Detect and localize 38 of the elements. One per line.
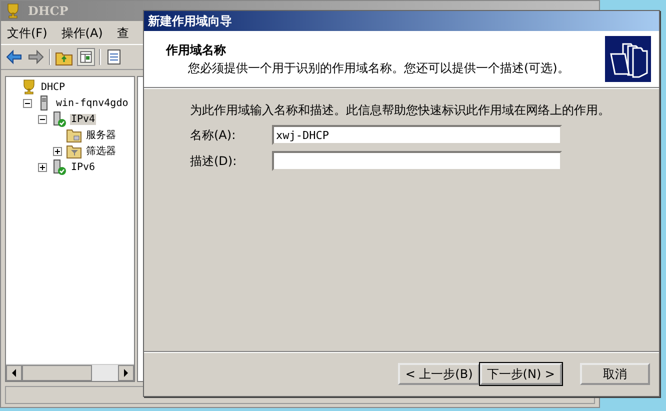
wizard-button[interactable]: 下一步(N) > bbox=[480, 363, 562, 385]
server-check-icon bbox=[51, 159, 67, 175]
collapse-toggle[interactable] bbox=[23, 98, 32, 108]
tree-item[interactable]: IPv4 bbox=[70, 114, 96, 124]
forward-icon[interactable] bbox=[27, 48, 45, 66]
folder-icon bbox=[66, 127, 82, 143]
page-heading: 作用域名称 bbox=[166, 42, 227, 58]
tree-item[interactable]: DHCP bbox=[40, 82, 66, 92]
trophy-icon bbox=[5, 3, 21, 19]
scroll-right-icon[interactable] bbox=[118, 365, 134, 381]
wizard-button[interactable]: 取消 bbox=[580, 363, 650, 385]
tree-item[interactable]: 服务器 bbox=[85, 128, 117, 142]
dialog-title: 新建作用域向导 bbox=[144, 11, 659, 31]
collapse-toggle[interactable] bbox=[38, 114, 47, 124]
page-subtitle: 您必须提供一个用于识别的作用域名称。您还可以提供一个描述(可选)。 bbox=[187, 60, 570, 76]
tree-item[interactable]: IPv6 bbox=[70, 162, 96, 172]
tree-item[interactable]: win-fqnv4gdo bbox=[55, 98, 130, 108]
tree-item[interactable]: 筛选器 bbox=[85, 144, 117, 158]
intro-text: 为此作用域输入名称和描述。此信息帮助您快速标识此作用域在网络上的作用。 bbox=[190, 104, 611, 117]
input-field[interactable]: xwj-DHCP bbox=[272, 125, 562, 145]
expand-toggle[interactable] bbox=[38, 162, 47, 172]
filter-icon bbox=[66, 143, 82, 159]
back-icon[interactable] bbox=[5, 48, 23, 66]
field-label: 描述(D): bbox=[190, 152, 238, 170]
scroll-left-icon[interactable] bbox=[6, 365, 22, 381]
menu-item[interactable]: 操作(A) bbox=[61, 25, 103, 40]
expand-toggle[interactable] bbox=[53, 146, 62, 156]
tree-view-icon[interactable] bbox=[77, 48, 95, 66]
server-check-icon bbox=[51, 111, 67, 127]
wizard-button[interactable]: < 上一步(B) bbox=[398, 363, 480, 385]
window-title: DHCP bbox=[28, 4, 68, 18]
trophy-icon bbox=[21, 79, 37, 95]
field-label: 名称(A): bbox=[190, 126, 237, 144]
scroll-thumb[interactable] bbox=[22, 365, 92, 381]
menu-item[interactable]: 查 bbox=[116, 25, 129, 40]
input-field[interactable] bbox=[272, 151, 562, 171]
menu-item[interactable]: 文件(F) bbox=[7, 25, 48, 40]
list-icon[interactable] bbox=[105, 48, 123, 66]
